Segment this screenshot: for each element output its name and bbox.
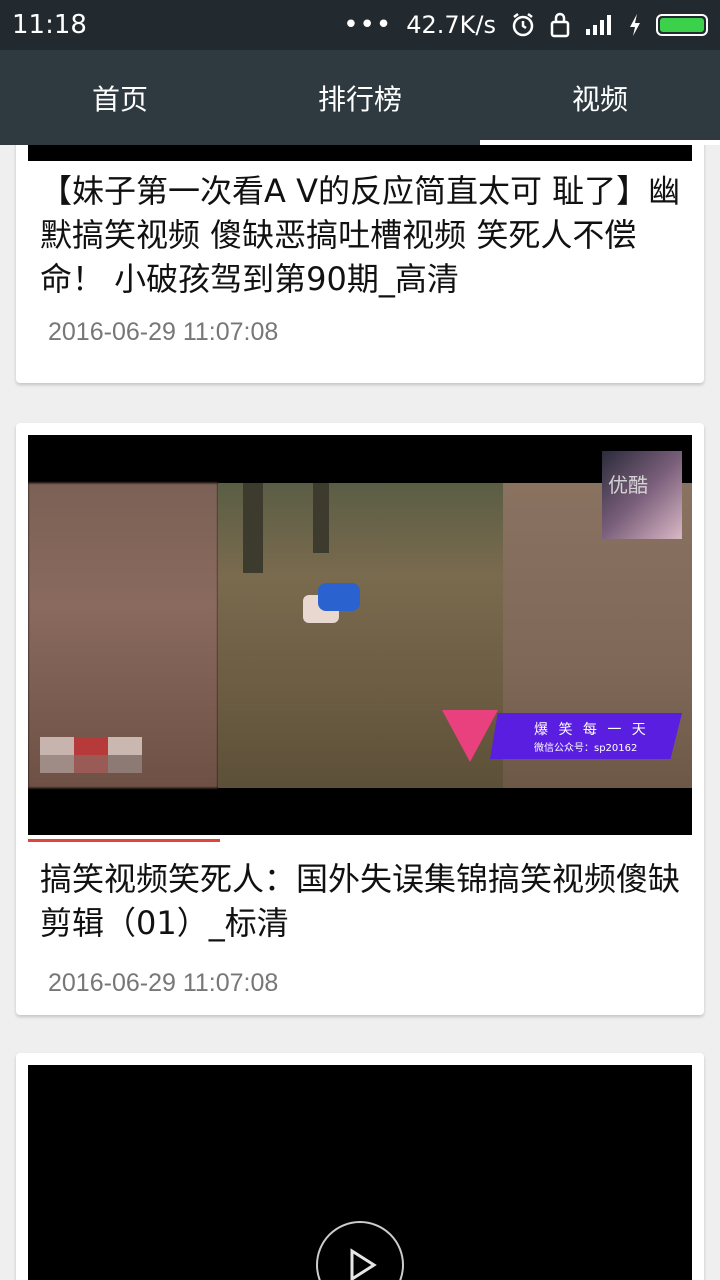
video-thumbnail[interactable]: [28, 145, 692, 161]
banner-subtitle: 微信公众号：sp20162: [534, 742, 638, 754]
tab-ranking[interactable]: 排行榜: [240, 50, 480, 145]
youku-watermark-text: 优酷: [608, 473, 648, 497]
mosaic-overlay: [40, 737, 142, 773]
video-date: 2016-06-29 11:07:08: [48, 969, 279, 997]
charging-icon: [628, 13, 642, 37]
banner-title: 爆 笑 每 一 天: [534, 721, 649, 738]
banner-avatar-icon: [442, 710, 498, 762]
video-subject-body: [318, 583, 360, 611]
tab-video-label: 视频: [571, 82, 628, 116]
banner-text: 爆 笑 每 一 天 微信公众号：sp20162: [490, 713, 682, 759]
lock-icon: [550, 12, 570, 38]
battery-icon: [656, 14, 708, 36]
status-time: 11:18: [12, 10, 87, 40]
video-player[interactable]: 优酷 爆 笑 每 一 天 微信公众号：sp20162: [28, 435, 692, 835]
play-icon: [350, 1248, 377, 1280]
tab-home-label: 首页: [91, 82, 148, 116]
tab-ranking-label: 排行榜: [317, 82, 402, 116]
status-bar: 11:18 ••• 42.7K/s: [0, 0, 720, 50]
channel-banner: 爆 笑 每 一 天 微信公众号：sp20162: [442, 710, 682, 762]
video-date: 2016-06-29 11:07:08: [48, 318, 279, 346]
youku-watermark: 优酷: [602, 451, 682, 539]
more-dots-icon: •••: [343, 10, 393, 40]
status-icons: ••• 42.7K/s: [343, 10, 708, 40]
video-card[interactable]: [16, 1053, 704, 1280]
video-title: 【妹子第一次看A V的反应简直太可 耻了】幽默搞笑视频 傻缺恶搞吐槽视频 笑死人…: [40, 172, 681, 298]
network-speed: 42.7K/s: [406, 11, 496, 39]
tab-bar: 首页 排行榜 视频: [0, 50, 720, 145]
video-card[interactable]: 优酷 爆 笑 每 一 天 微信公众号：sp20162 搞笑视频笑死人：国外失误集…: [16, 423, 704, 1015]
signal-icon: [584, 13, 614, 37]
tab-video[interactable]: 视频: [480, 50, 720, 145]
video-card[interactable]: 【妹子第一次看A V的反应简直太可 耻了】幽默搞笑视频 傻缺恶搞吐槽视频 笑死人…: [16, 145, 704, 383]
video-title: 搞笑视频笑死人：国外失误集锦搞笑视频傻缺剪辑（01）_标清: [40, 860, 681, 942]
tab-home[interactable]: 首页: [0, 50, 240, 145]
alarm-icon: [510, 12, 536, 38]
video-progress-fill: [28, 839, 221, 842]
video-feed[interactable]: 【妹子第一次看A V的反应简直太可 耻了】幽默搞笑视频 傻缺恶搞吐槽视频 笑死人…: [0, 145, 720, 1280]
video-player[interactable]: [28, 1065, 692, 1280]
video-progress-bar[interactable]: [28, 839, 593, 842]
play-button[interactable]: [316, 1221, 404, 1280]
